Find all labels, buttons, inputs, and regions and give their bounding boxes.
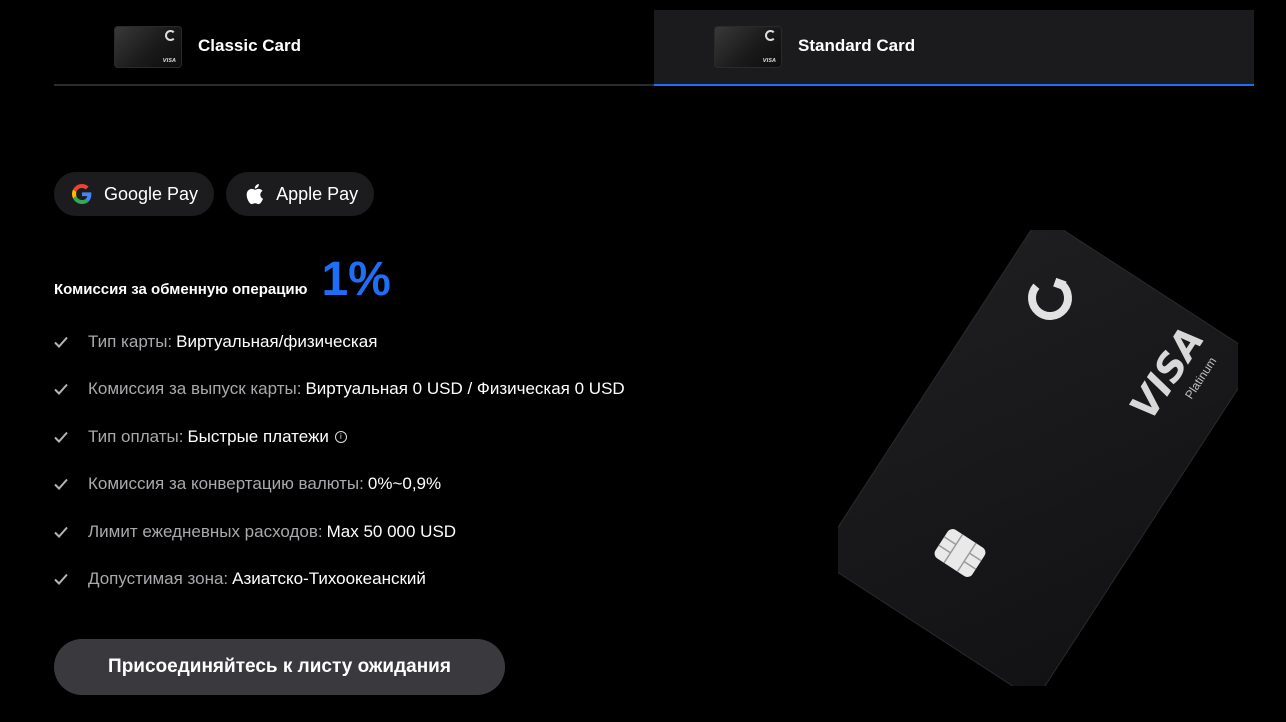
tab-standard-card[interactable]: VISA Standard Card [654,10,1254,86]
tab-label: Standard Card [798,36,916,55]
apple-pay-badge[interactable]: Apple Pay [226,172,375,216]
join-waitlist-button[interactable]: Присоединяйтесь к листу ожидания [54,639,505,695]
feature-key: Допустимая зона: [88,568,229,588]
feature-value: Быстрые платежи [187,426,329,446]
standard-card-thumbnail: VISA [714,26,782,68]
feature-key: Комиссия за выпуск карты: [88,379,302,399]
visa-logo: VISA [762,58,776,64]
check-icon [54,380,72,398]
classic-card-thumbnail: VISA [114,26,182,68]
payment-label: Apple Pay [276,183,359,204]
feature-key: Тип карты: [88,332,173,351]
feature-value: Азиатско-Тихоокеанский [232,568,426,588]
feature-key: Тип оплаты: [88,426,184,446]
exchange-fee-label: Комиссия за обменную операцию [54,281,308,298]
feature-key: Комиссия за конвертацию валюты: [88,474,364,494]
feature-value: Виртуальная/физическая [176,332,378,351]
tab-classic-card[interactable]: VISA Classic Card [54,10,654,86]
feature-value: Max 50 000 USD [326,521,457,541]
card-logo-icon [165,30,176,41]
feature-item: Лимит ежедневных расходов: Max 50 000 US… [54,520,625,544]
google-pay-badge[interactable]: Google Pay [54,172,215,216]
feature-list: Тип карты: Виртуальная/физическая Комисс… [54,330,625,614]
check-icon [54,333,72,351]
feature-item: Допустимая зона: Азиатско-Тихоокеанский [54,567,625,591]
visa-logo: VISA [162,58,176,64]
payment-methods: Google Pay Apple Pay [54,172,375,216]
payment-label: Google Pay [104,183,199,204]
exchange-fee: Комиссия за обменную операцию 1% [54,250,391,306]
feature-key: Лимит ежедневных расходов: [88,521,323,541]
card-illustration: VISA Platinum [823,221,1253,695]
exchange-fee-value: 1% [321,253,391,306]
feature-item: Комиссия за конвертацию валюты: 0%~0,9% [54,472,625,496]
feature-value: Виртуальная 0 USD / Физическая 0 USD [305,379,625,399]
google-icon [70,182,94,206]
info-icon[interactable]: i [334,430,347,443]
check-icon [54,570,72,588]
card-tabs: VISA Classic Card VISA Standard Card [54,10,1254,86]
check-icon [54,428,72,446]
feature-item: Тип оплаты: Быстрые платежи i [54,425,625,449]
feature-value: 0%~0,9% [367,474,442,494]
check-icon [54,523,72,541]
card-logo-icon [765,30,776,41]
feature-item: Тип карты: Виртуальная/физическая [54,330,625,354]
apple-icon [242,182,266,206]
tab-label: Classic Card [198,36,301,55]
feature-item: Комиссия за выпуск карты: Виртуальная 0 … [54,377,625,401]
check-icon [54,475,72,493]
